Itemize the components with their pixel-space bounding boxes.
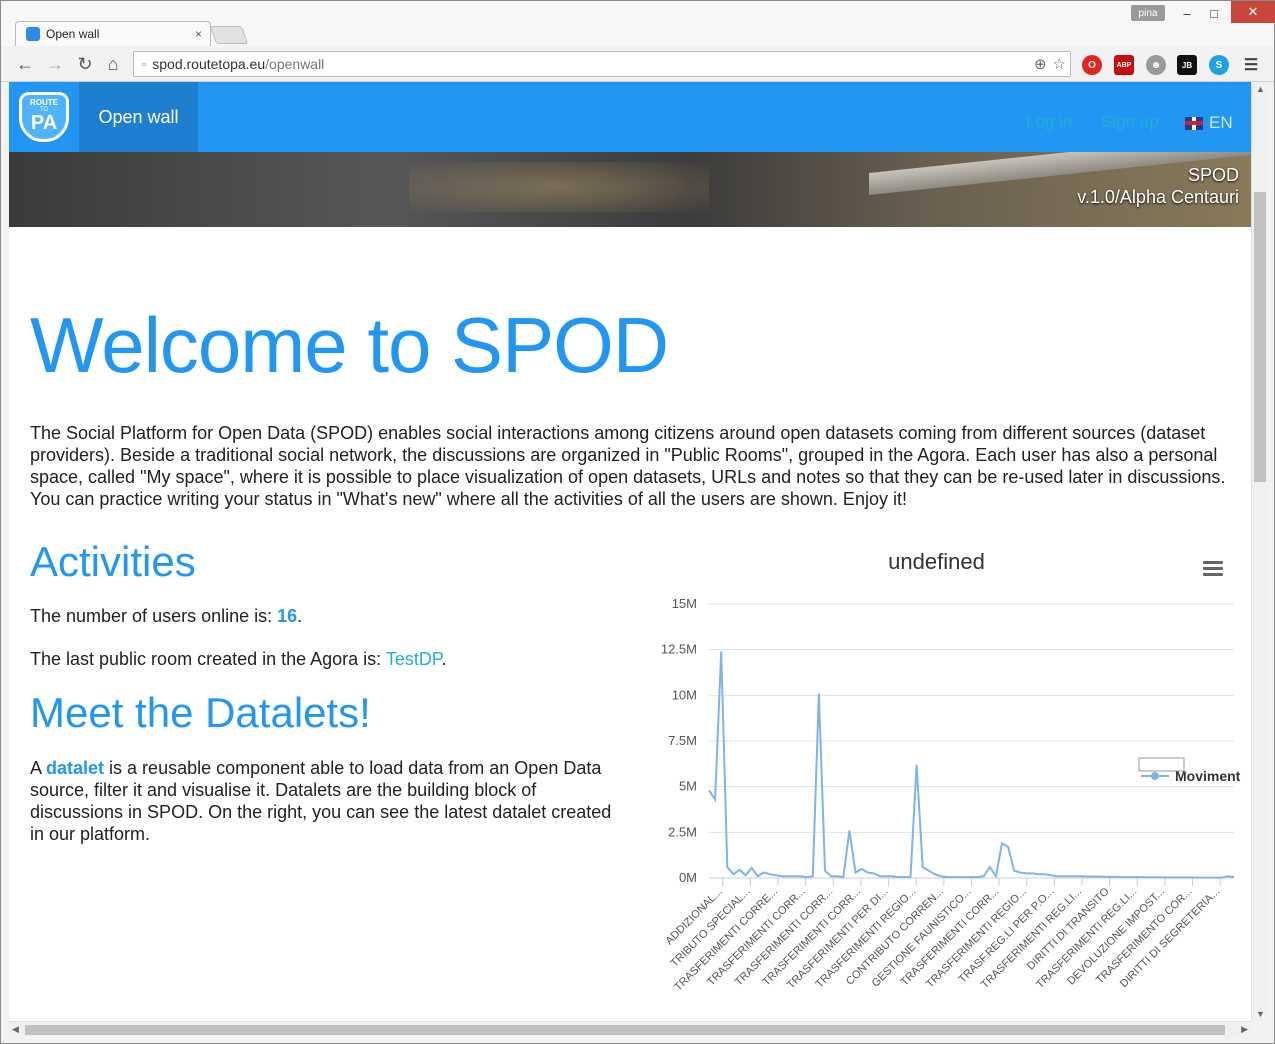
site-navbar: ROUTE TO PA Open wall Log in Sign up EN — [9, 82, 1251, 152]
datalet-description: A datalet is a reusable component able t… — [30, 757, 630, 845]
route-to-pa-logo[interactable]: ROUTE TO PA — [19, 92, 69, 142]
y-tick-label: 10M — [672, 687, 697, 702]
datalet-text: is a reusable component able to load dat… — [30, 758, 612, 844]
minimize-button[interactable]: – — [1177, 3, 1197, 23]
y-tick-label: 5M — [679, 779, 697, 794]
browser-window: Open wall × pina – □ ✕ ← → ↻ ⌂ ▫ spod.ro… — [0, 0, 1275, 1044]
logo-text-top: ROUTE — [30, 98, 58, 107]
window-close-button[interactable]: ✕ — [1231, 1, 1275, 23]
chart-canvas: 0M2.5M5M7.5M10M12.5M15MADDIZIONAL...TRIB… — [661, 596, 1241, 994]
datalet-chart: undefined 0M 2.5M 5M 7.5M 10M 12.5M 15M ADDIZIO… — [629, 537, 1249, 1021]
adblock-extension-icon[interactable]: ABP — [1114, 55, 1134, 75]
language-selector[interactable]: EN — [1185, 113, 1233, 133]
web-page: ROUTE TO PA Open wall Log in Sign up EN … — [9, 82, 1251, 1021]
tab-strip: Open wall × pina – □ ✕ — [1, 1, 1275, 46]
users-online-suffix: . — [297, 606, 303, 626]
scroll-left-icon[interactable]: ◀ — [12, 1024, 19, 1035]
new-tab-button[interactable] — [209, 26, 249, 44]
users-online-label: The number of users online is: — [30, 606, 278, 626]
back-arrow-icon[interactable]: ← — [13, 52, 37, 76]
datalet-prefix: A — [30, 758, 47, 778]
version-name: SPOD — [1187, 165, 1239, 185]
login-link[interactable]: Log in — [1026, 112, 1072, 132]
last-room-link[interactable]: TestDP — [386, 649, 442, 669]
maximize-button[interactable]: □ — [1204, 3, 1224, 23]
datalets-heading: Meet the Datalets! — [30, 689, 371, 736]
version-label: SPOD v.1.0/Alpha Centauri — [1077, 164, 1239, 208]
last-room-text: The last public room created in the Agor… — [30, 648, 447, 670]
activities-heading: Activities — [30, 538, 196, 585]
users-online-text: The number of users online is: 16. — [30, 605, 302, 627]
y-tick-label: 0M — [679, 870, 697, 885]
chat-extension-icon[interactable]: ☻ — [1146, 55, 1166, 75]
y-tick-label: 2.5M — [668, 824, 697, 839]
signup-link[interactable]: Sign up — [1101, 112, 1159, 132]
forward-arrow-icon[interactable]: → — [43, 52, 67, 76]
banner-light — [409, 162, 709, 212]
y-tick-label: 12.5M — [661, 642, 697, 657]
last-room-suffix: . — [441, 649, 447, 669]
home-icon[interactable]: ⌂ — [101, 52, 125, 76]
header-banner: SPOD v.1.0/Alpha Centauri — [9, 152, 1251, 227]
scroll-right-icon[interactable]: ▶ — [1241, 1024, 1248, 1035]
site-favicon-icon — [26, 27, 40, 41]
url-path: /openwall — [265, 56, 325, 72]
tab-title: Open wall — [46, 27, 100, 41]
scroll-up-icon[interactable]: ▲ — [1256, 84, 1265, 94]
intro-paragraph: The Social Platform for Open Data (SPOD)… — [30, 423, 1226, 509]
browser-menu-icon[interactable]: ☰ — [1241, 55, 1261, 75]
browser-tab[interactable]: Open wall × — [15, 21, 211, 46]
horizontal-scroll-thumb[interactable] — [25, 1025, 1225, 1035]
users-online-count: 16 — [277, 606, 298, 626]
opera-extension-icon[interactable]: O — [1082, 55, 1102, 75]
last-room-label: The last public room created in the Agor… — [30, 649, 386, 669]
version-number: v.1.0/Alpha Centauri — [1077, 187, 1239, 207]
browser-toolbar: ← → ↻ ⌂ ▫ spod.routetopa.eu /openwall ⊕ … — [1, 46, 1274, 82]
bookmark-star-icon[interactable]: ☆ — [1053, 55, 1066, 73]
url-host: spod.routetopa.eu — [152, 56, 266, 72]
page-icon: ▫ — [142, 57, 147, 71]
logo-text-bottom: PA — [30, 112, 58, 134]
reload-icon[interactable]: ↻ — [73, 52, 97, 76]
vertical-scrollbar[interactable]: ▲ ▼ — [1251, 82, 1268, 1021]
vertical-scroll-thumb[interactable] — [1254, 192, 1266, 482]
y-tick-label: 7.5M — [668, 733, 697, 748]
page-title: Welcome to SPOD — [30, 301, 669, 389]
horizontal-scrollbar[interactable]: ◀ ▶ — [9, 1021, 1251, 1037]
datalet-link[interactable]: datalet — [46, 758, 104, 778]
legend-marker — [1151, 772, 1159, 780]
nav-item-open-wall[interactable]: Open wall — [79, 82, 198, 152]
uk-flag-icon — [1185, 116, 1203, 130]
profile-badge[interactable]: pina — [1131, 5, 1165, 21]
zoom-icon[interactable]: ⊕ — [1034, 55, 1047, 73]
y-tick-label: 15M — [672, 596, 697, 611]
legend-label: Moviment — [1175, 768, 1241, 784]
language-label: EN — [1209, 113, 1233, 132]
scroll-down-icon[interactable]: ▼ — [1256, 1009, 1265, 1019]
tab-close-icon[interactable]: × — [195, 27, 202, 41]
address-bar[interactable]: ▫ spod.routetopa.eu /openwall ⊕ ☆ — [133, 51, 1071, 77]
jetbrains-extension-icon[interactable]: JB — [1177, 55, 1197, 75]
skype-extension-icon[interactable]: S — [1209, 55, 1229, 75]
